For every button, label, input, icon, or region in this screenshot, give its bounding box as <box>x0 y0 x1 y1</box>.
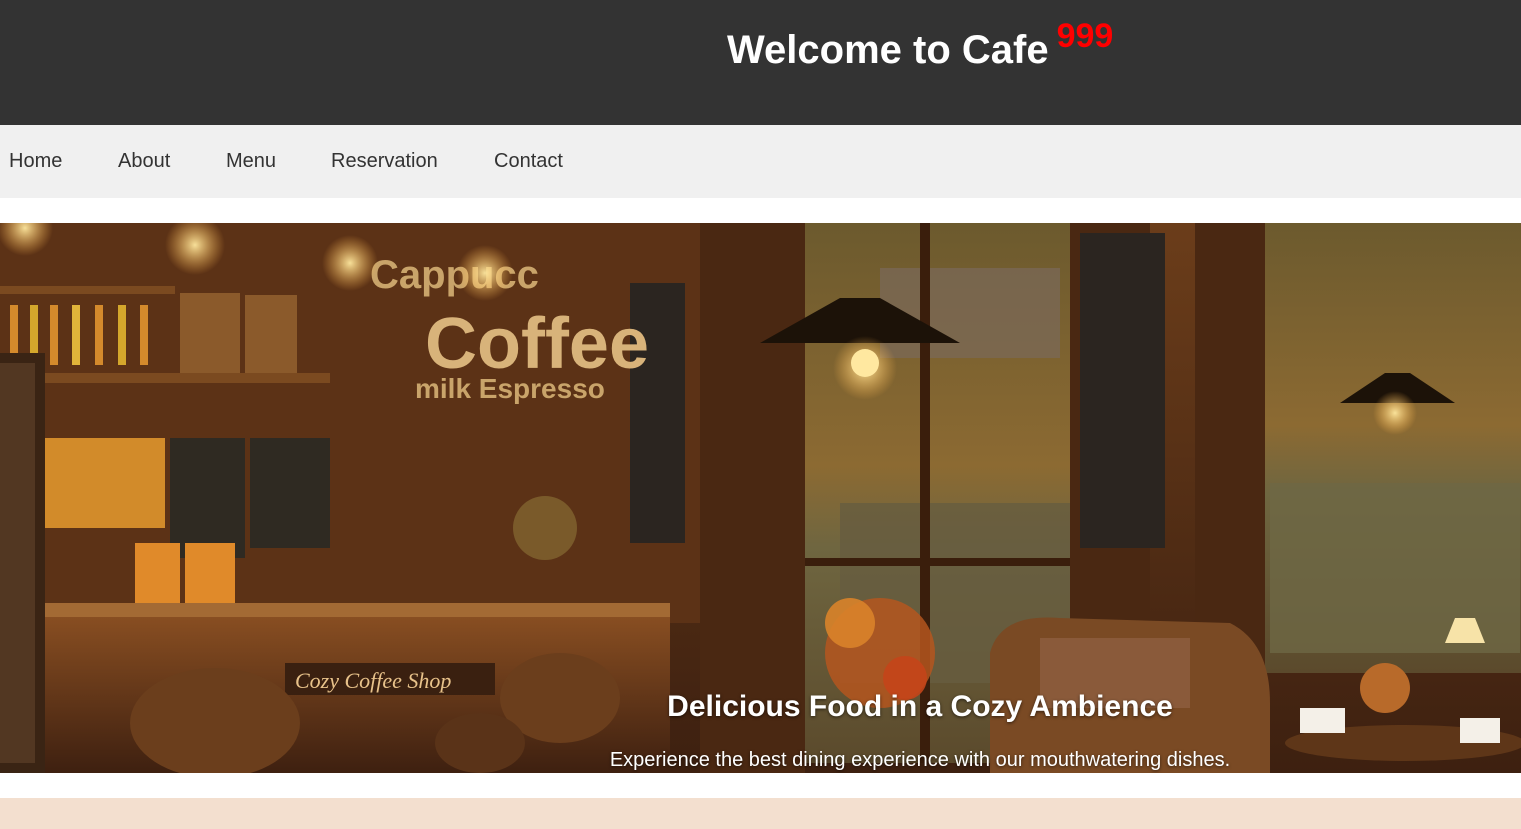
nav-home[interactable]: Home <box>9 150 62 172</box>
site-header: Welcome to Cafe 999 <box>0 0 1521 125</box>
svg-text:Cappucc: Cappucc <box>370 253 539 297</box>
nav-contact[interactable]: Contact <box>494 150 563 172</box>
nav-menu[interactable]: Menu <box>226 150 276 172</box>
nav-about[interactable]: About <box>118 150 170 172</box>
hero-subtext: Experience the best dining experience wi… <box>609 749 1231 771</box>
hero-banner: Cappucc Coffee milk Espresso Cozy Coffee… <box>0 223 1521 773</box>
brand-number: 999 <box>1056 17 1114 55</box>
svg-text:Coffee: Coffee <box>425 304 649 384</box>
hero-heading: Delicious Food in a Cozy Ambience <box>667 690 1173 723</box>
site-title-text: Welcome to Cafe <box>727 28 1049 72</box>
next-section <box>0 798 1521 829</box>
nav-reservation[interactable]: Reservation <box>331 150 438 172</box>
main-nav: Home About Menu Reservation Contact <box>0 125 1521 198</box>
site-title: Welcome to Cafe 999 <box>727 17 1113 75</box>
svg-text:milk Espresso: milk Espresso <box>415 373 605 404</box>
